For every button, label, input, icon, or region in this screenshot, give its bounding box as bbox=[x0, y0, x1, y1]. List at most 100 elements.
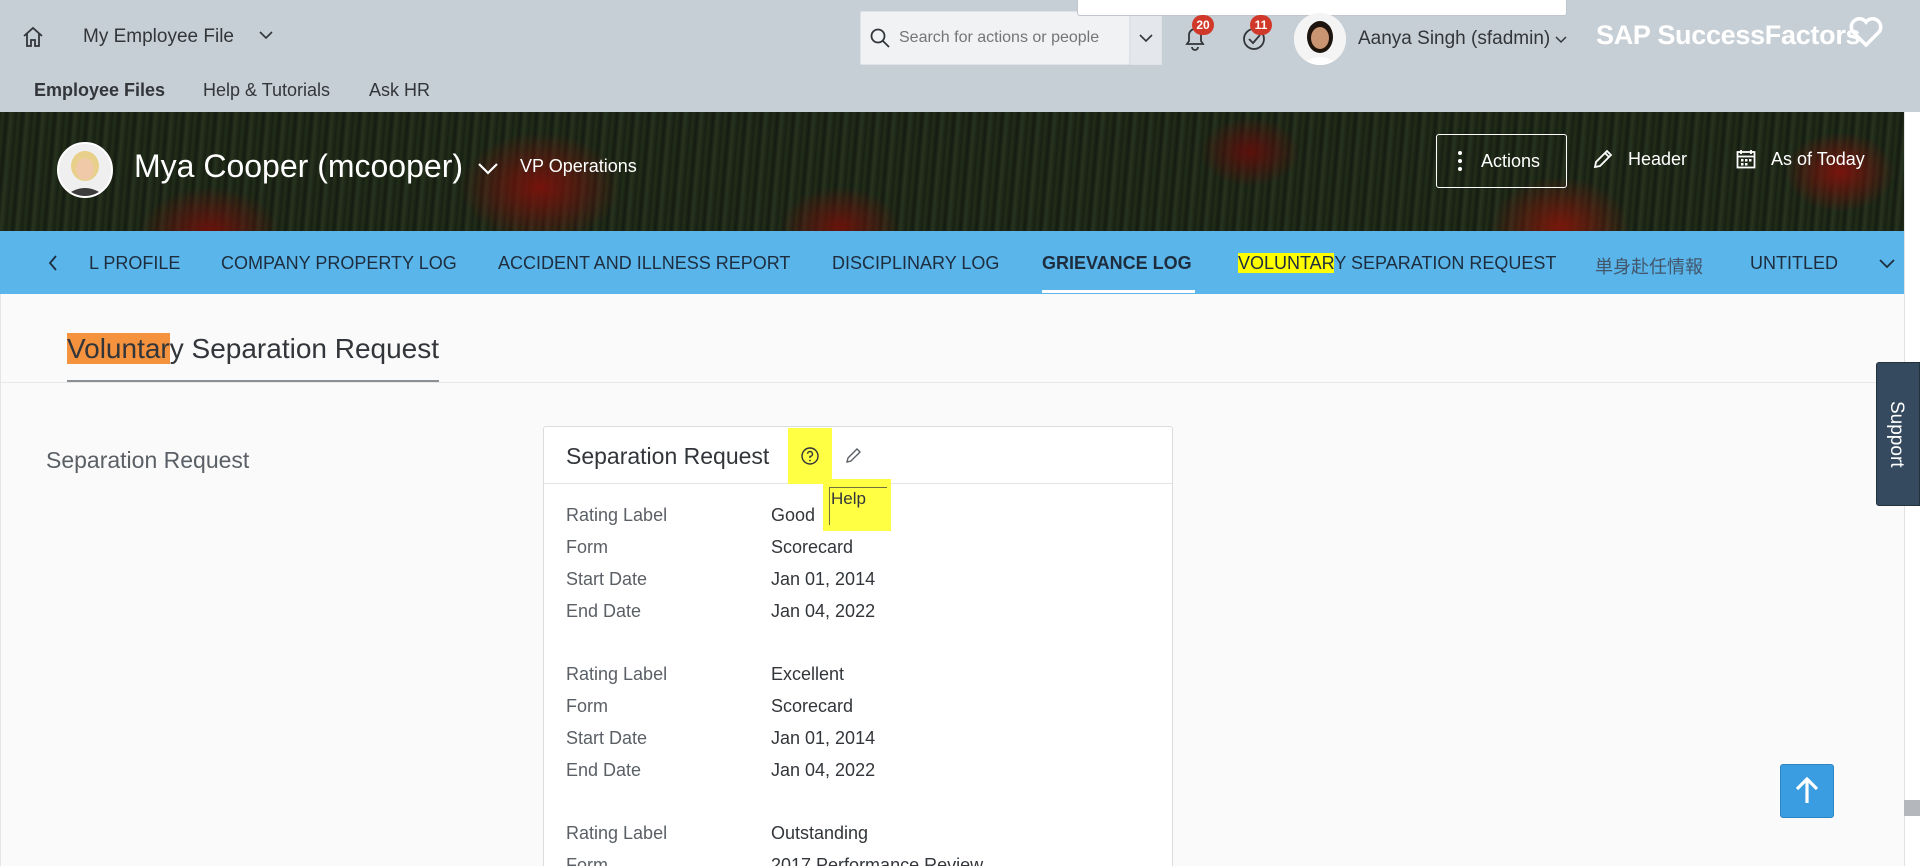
field-label: Form bbox=[566, 855, 608, 866]
scrollbar-thumb[interactable] bbox=[1904, 800, 1920, 816]
app-title[interactable]: My Employee File bbox=[83, 26, 234, 48]
pencil-icon bbox=[846, 448, 861, 463]
field-value: 2017 Performance Review bbox=[771, 855, 984, 866]
home-icon bbox=[23, 26, 43, 47]
field-value: Excellent bbox=[771, 664, 845, 684]
support-tab[interactable]: Support bbox=[1876, 362, 1920, 506]
tab-voluntary-separation-request[interactable]: VOLUNTARY SEPARATION REQUEST bbox=[1238, 253, 1556, 274]
employee-avatar[interactable] bbox=[57, 142, 113, 198]
as-of-label: As of Today bbox=[1771, 148, 1865, 169]
field-label: Start Date bbox=[566, 569, 648, 589]
employee-switcher-chevron[interactable] bbox=[476, 160, 500, 181]
pencil-icon bbox=[1593, 149, 1613, 169]
active-tab-indicator bbox=[1042, 290, 1195, 293]
chevron-down-icon bbox=[1139, 34, 1153, 43]
scroll-to-top-button[interactable] bbox=[1780, 764, 1834, 818]
card-title: Separation Request bbox=[566, 443, 770, 469]
support-label: Support bbox=[1886, 401, 1907, 468]
field-row: Start Date Jan 01, 2014 bbox=[566, 569, 1146, 601]
search-highlight: Voluntar bbox=[67, 333, 170, 364]
field-row: End Date Jan 04, 2022 bbox=[566, 601, 1146, 633]
search-input[interactable] bbox=[899, 29, 1109, 47]
edit-header-button[interactable]: Header bbox=[1592, 148, 1687, 170]
header-label: Header bbox=[1628, 148, 1688, 169]
field-label: Rating Label bbox=[566, 823, 668, 843]
search-scope-dropdown[interactable] bbox=[1130, 11, 1162, 65]
field-row: Form 2017 Performance Review bbox=[566, 855, 1146, 866]
user-menu[interactable]: Aanya Singh (sfadmin) bbox=[1358, 28, 1550, 50]
tooltip-text: Help bbox=[831, 489, 866, 508]
help-icon bbox=[801, 447, 819, 465]
record-spacer bbox=[566, 792, 1146, 823]
field-label: End Date bbox=[566, 601, 642, 621]
user-menu-chevron[interactable] bbox=[1554, 32, 1568, 50]
chevron-left-icon bbox=[48, 255, 57, 271]
field-value: Scorecard bbox=[771, 537, 854, 557]
field-row: Rating Label Outstanding bbox=[566, 823, 1146, 855]
tab-label-rest: Y SEPARATION REQUEST bbox=[1334, 253, 1557, 273]
section-title-rest: y Separation Request bbox=[169, 333, 440, 364]
todo-badge: 11 bbox=[1250, 15, 1272, 35]
tab-disciplinary-log[interactable]: DISCIPLINARY LOG bbox=[832, 253, 999, 274]
chevron-down-icon bbox=[259, 31, 273, 40]
tab-tanshin-funin[interactable]: 単身赴任情報 bbox=[1595, 253, 1703, 279]
tab-scroll-left[interactable] bbox=[42, 251, 64, 275]
field-row: Rating Label Excellent bbox=[566, 664, 1146, 696]
as-of-today-button[interactable]: As of Today bbox=[1735, 148, 1865, 170]
field-value: Outstanding bbox=[771, 823, 869, 843]
field-label: Form bbox=[566, 696, 608, 716]
calendar-icon bbox=[1736, 150, 1756, 169]
chevron-down-icon bbox=[478, 163, 498, 175]
edit-button[interactable] bbox=[840, 441, 868, 469]
field-label: Start Date bbox=[566, 728, 648, 748]
notifications-badge: 20 bbox=[1192, 15, 1214, 35]
field-label: Rating Label bbox=[566, 664, 668, 684]
nav-ask-hr[interactable]: Ask HR bbox=[369, 80, 430, 101]
tab-company-property-log[interactable]: COMPANY PROPERTY LOG bbox=[221, 253, 457, 274]
search-highlight: VOLUNTAR bbox=[1238, 253, 1335, 273]
field-row: Start Date Jan 01, 2014 bbox=[566, 728, 1146, 760]
separation-request-card: Separation Request Rating Label Good Form… bbox=[543, 426, 1173, 866]
field-value: Jan 04, 2022 bbox=[771, 601, 876, 621]
subsection-label: Separation Request bbox=[46, 447, 250, 473]
search-icon bbox=[869, 27, 891, 49]
search-box bbox=[860, 11, 1130, 65]
tab-overflow-button[interactable] bbox=[1876, 251, 1898, 275]
section-divider bbox=[1, 382, 1905, 383]
arrow-up-icon bbox=[1795, 776, 1819, 803]
field-value: Jan 01, 2014 bbox=[771, 569, 876, 589]
home-button[interactable] bbox=[18, 22, 48, 52]
field-value: Good bbox=[771, 505, 816, 525]
shell-bar: My Employee File 20 11 Aanya Singh (sfad… bbox=[0, 0, 1920, 112]
user-avatar[interactable] bbox=[1294, 13, 1346, 65]
tab-profile[interactable]: L PROFILE bbox=[89, 253, 180, 274]
more-vertical-icon bbox=[1457, 150, 1463, 172]
card-header: Separation Request bbox=[544, 427, 1172, 484]
field-value: Jan 04, 2022 bbox=[771, 760, 876, 780]
nav-employee-files[interactable]: Employee Files bbox=[34, 80, 165, 101]
tab-grievance-log[interactable]: GRIEVANCE LOG bbox=[1042, 253, 1192, 274]
field-value: Scorecard bbox=[771, 696, 854, 716]
app-menu-chevron[interactable] bbox=[258, 28, 274, 46]
actions-button[interactable]: Actions bbox=[1436, 134, 1567, 188]
field-label: Form bbox=[566, 537, 608, 557]
field-label: End Date bbox=[566, 760, 642, 780]
actions-label: Actions bbox=[1481, 150, 1541, 171]
heart-logo-icon bbox=[1849, 16, 1883, 53]
record-spacer bbox=[566, 633, 1146, 664]
section-title: Voluntary Separation Request bbox=[67, 333, 439, 365]
help-button[interactable] bbox=[788, 428, 832, 484]
nav-help-tutorials[interactable]: Help & Tutorials bbox=[203, 80, 330, 101]
chevron-down-icon bbox=[1555, 36, 1567, 44]
content-area: Voluntary Separation Request Separation … bbox=[0, 294, 1905, 866]
field-value: Jan 01, 2014 bbox=[771, 728, 876, 748]
help-tooltip: Help bbox=[823, 479, 891, 531]
employee-header: Mya Cooper (mcooper) VP Operations Actio… bbox=[0, 112, 1904, 231]
tab-accident-illness-report[interactable]: ACCIDENT AND ILLNESS REPORT bbox=[498, 253, 790, 274]
brand-logo-text: SAP SuccessFactors bbox=[1596, 20, 1861, 50]
tab-untitled[interactable]: UNTITLED bbox=[1750, 253, 1838, 274]
field-label: Rating Label bbox=[566, 505, 668, 525]
employee-name[interactable]: Mya Cooper (mcooper) bbox=[134, 148, 463, 185]
section-tab-bar: L PROFILE COMPANY PROPERTY LOG ACCIDENT … bbox=[0, 231, 1904, 294]
card-records: Rating Label Good Form Scorecard Start Dat… bbox=[566, 505, 1146, 866]
